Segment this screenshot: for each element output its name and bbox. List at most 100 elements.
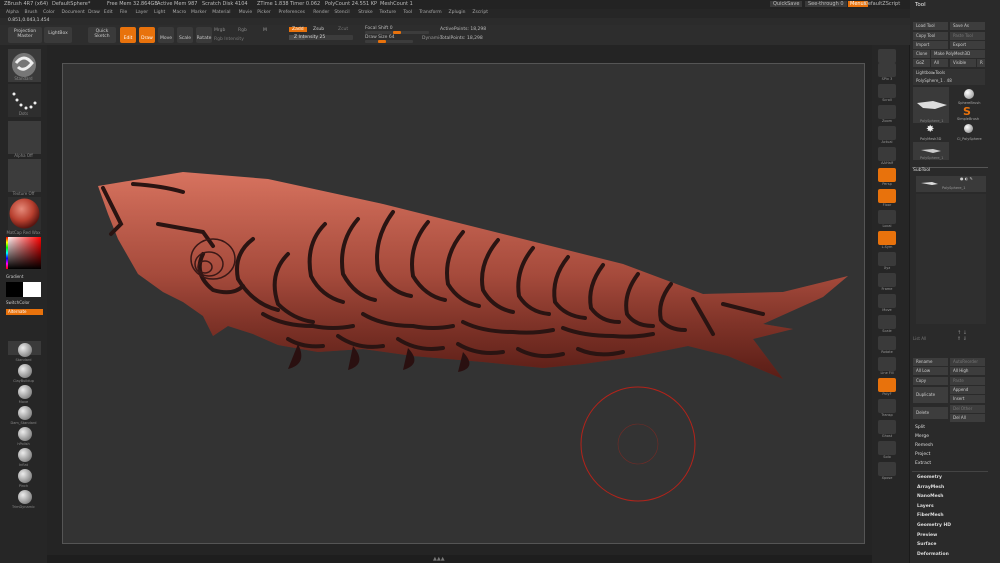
focal-shift-slider[interactable] — [365, 31, 429, 34]
projection-master-button[interactable]: Projection Master — [8, 27, 42, 43]
hue-strip[interactable] — [6, 237, 8, 269]
section-surface[interactable]: Surface — [917, 542, 936, 547]
menu-item-brush[interactable]: Brush — [25, 10, 38, 15]
lightbox-button[interactable]: LightBox — [44, 27, 72, 43]
paste-tool-button[interactable]: Paste Tool — [950, 32, 985, 40]
brush-trimdynamic-icon[interactable] — [18, 490, 32, 504]
shelf-xpose-button[interactable] — [878, 462, 896, 476]
tool-thumb-polysphere[interactable] — [913, 87, 949, 123]
subtool-item[interactable]: PolySphere_1 ● ◐ ✎ — [916, 176, 986, 192]
ci-polysphere-icon[interactable] — [964, 124, 973, 133]
del-other-button[interactable]: Del Other — [950, 405, 985, 413]
subtool-header[interactable]: SubTool — [913, 168, 930, 173]
sphere-tool-icon[interactable] — [964, 89, 974, 99]
export-button[interactable]: Export — [950, 41, 985, 49]
bottom-tray-arrow-icon[interactable]: ▲▲▲ — [433, 556, 445, 562]
secondary-color-swatch[interactable] — [23, 282, 41, 297]
rgb-intensity-slider[interactable]: Rgb Intensity — [214, 37, 244, 42]
copy-tool-button[interactable]: Copy Tool — [913, 32, 948, 40]
shelf-floor-button[interactable] — [878, 189, 896, 203]
menu-item-color[interactable]: Color — [43, 10, 55, 15]
zcut-button[interactable]: Zcut — [338, 27, 348, 32]
menu-item-stencil[interactable]: Stencil — [334, 10, 349, 15]
duplicate-button[interactable]: Duplicate — [913, 387, 948, 403]
alpha-thumbnail[interactable] — [8, 121, 41, 154]
all-button[interactable]: All — [931, 59, 948, 67]
section-nanomesh[interactable]: NanoMesh — [917, 494, 944, 499]
menu-item-macro[interactable]: Macro — [173, 10, 187, 15]
shelf-scale-button[interactable] — [878, 315, 896, 329]
switch-color-button[interactable]: SwitchColor — [6, 300, 53, 305]
paste-button[interactable]: Paste — [950, 377, 985, 385]
current-tool-slider[interactable]: PolySphere_1 . 48 — [913, 77, 985, 85]
load-tool-button[interactable]: Load Tool — [913, 22, 948, 30]
subtool-list[interactable] — [916, 194, 986, 324]
menu-item-edit[interactable]: Edit — [104, 10, 113, 15]
brush-pinch-icon[interactable] — [18, 469, 32, 483]
section-arraymesh[interactable]: ArrayMesh — [917, 485, 944, 490]
menu-item-alpha[interactable]: Alpha — [6, 10, 19, 15]
menu-item-draw[interactable]: Draw — [88, 10, 100, 15]
shelf-rotate-button[interactable] — [878, 336, 896, 350]
shelf-bpr-button[interactable] — [878, 49, 896, 63]
rotate-button[interactable]: Rotate — [196, 27, 212, 43]
quick-sketch-button[interactable]: Quick Sketch — [88, 27, 116, 43]
section-geometry[interactable]: Geometry — [917, 475, 942, 480]
section-layers[interactable]: Layers — [917, 504, 934, 509]
shelf-l-sym-button[interactable] — [878, 231, 896, 245]
shelf-actual-button[interactable] — [878, 126, 896, 140]
default-zscript-button[interactable]: DefaultZScript — [864, 1, 900, 7]
split-section[interactable]: Split — [915, 425, 925, 430]
menu-item-zplugin[interactable]: Zplugin — [449, 10, 466, 15]
shelf-ghost-button[interactable] — [878, 420, 896, 434]
all-low-button[interactable]: All Low — [913, 367, 948, 375]
shelf-frame-button[interactable] — [878, 273, 896, 287]
goz-button[interactable]: GoZ — [913, 59, 930, 67]
autoreorder-button[interactable]: AutoReorder — [950, 358, 985, 366]
fish-model[interactable] — [63, 64, 866, 545]
gradient-label[interactable]: Gradient — [6, 274, 53, 279]
draw-button[interactable]: Draw — [139, 27, 155, 43]
draw-size-slider[interactable] — [365, 40, 413, 43]
section-preview[interactable]: Preview — [917, 533, 937, 538]
menu-item-marker[interactable]: Marker — [191, 10, 207, 15]
menu-item-preferences[interactable]: Preferences — [279, 10, 305, 15]
append-button[interactable]: Append — [950, 386, 985, 394]
shelf-zoom-button[interactable] — [878, 105, 896, 119]
shelf-spix-3-button[interactable] — [878, 63, 896, 77]
main-color-swatch[interactable] — [6, 282, 23, 297]
menu-item-stroke[interactable]: Stroke — [358, 10, 372, 15]
menu-item-movie[interactable]: Movie — [239, 10, 252, 15]
brush-hpolish-icon[interactable] — [18, 427, 32, 441]
quicksave-button[interactable]: QuickSave — [770, 1, 803, 7]
material-thumbnail[interactable] — [8, 197, 41, 230]
save-as-button[interactable]: Save As — [950, 22, 985, 30]
brush-standard-icon[interactable] — [18, 343, 32, 357]
texture-thumbnail[interactable] — [8, 159, 41, 192]
brush-dam-standard-icon[interactable] — [18, 406, 32, 420]
menu-item-light[interactable]: Light — [154, 10, 165, 15]
rgb-button[interactable]: Rgb — [238, 28, 247, 33]
menu-item-layer[interactable]: Layer — [136, 10, 149, 15]
all-high-button[interactable]: All High — [950, 367, 985, 375]
focal-shift-thumb[interactable] — [393, 31, 401, 34]
menu-item-file[interactable]: File — [120, 10, 128, 15]
menu-item-tool[interactable]: Tool — [403, 10, 412, 15]
shelf-local-button[interactable] — [878, 210, 896, 224]
subtool-arrows-icon[interactable]: ↑ ↓ ⇑ ⇓ — [957, 330, 967, 342]
copy-button[interactable]: Copy — [913, 377, 948, 385]
r-button[interactable]: R — [977, 59, 985, 67]
insert-button[interactable]: Insert — [950, 395, 985, 403]
merge-section[interactable]: Merge — [915, 434, 929, 439]
shelf-transp-button[interactable] — [878, 399, 896, 413]
alternate-button[interactable]: Alternate — [6, 309, 43, 315]
menu-item-zscript[interactable]: Zscript — [472, 10, 488, 15]
shelf-xyz-button[interactable] — [878, 252, 896, 266]
edit-button[interactable]: Edit — [120, 27, 136, 43]
import-button[interactable]: Import — [913, 41, 948, 49]
section-fibermesh[interactable]: FiberMesh — [917, 513, 944, 518]
color-picker[interactable] — [6, 237, 41, 269]
dynamic-toggle[interactable]: Dynamic — [422, 36, 442, 41]
section-geometry-hd[interactable]: Geometry HD — [917, 523, 951, 528]
delete-button[interactable]: Delete — [913, 407, 948, 419]
